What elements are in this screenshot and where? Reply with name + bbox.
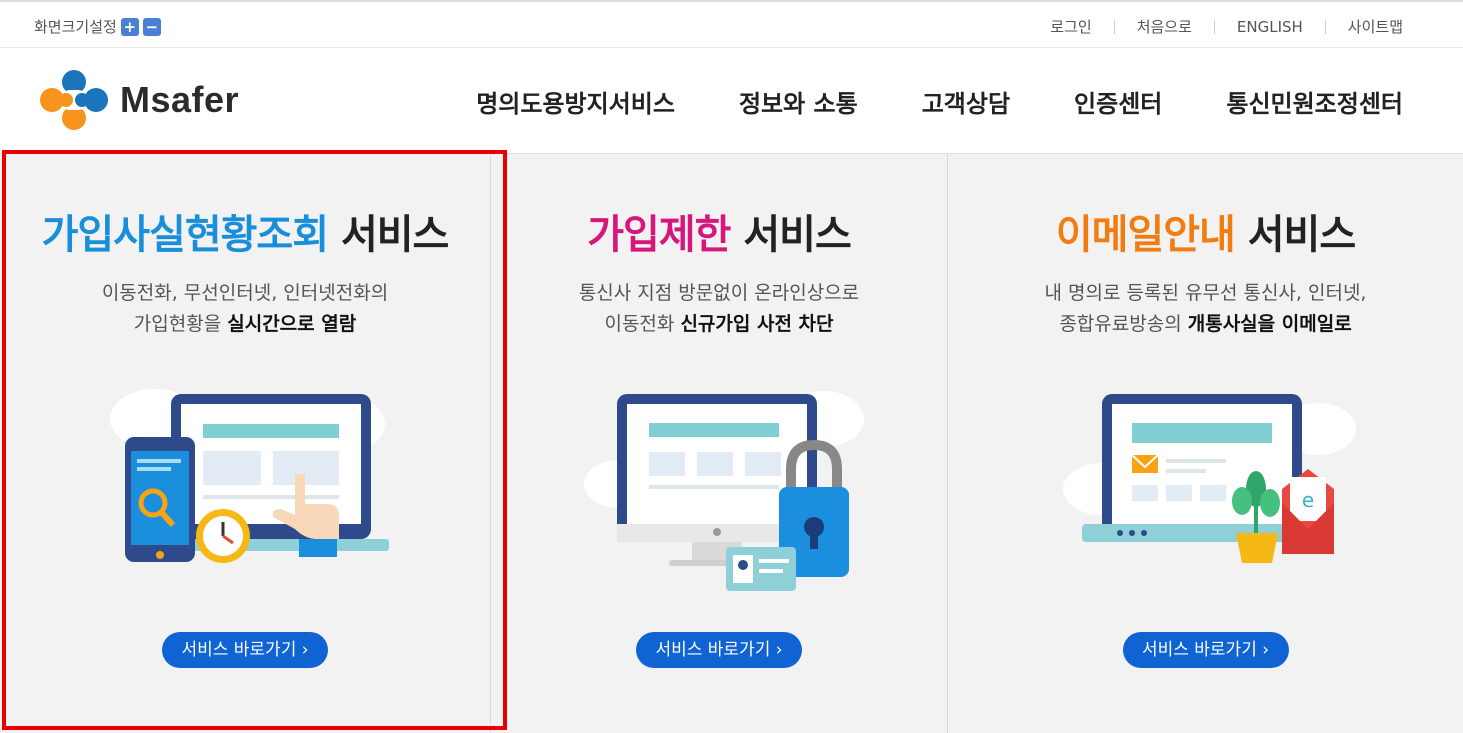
- msafer-logo-icon: [40, 70, 108, 130]
- nav-certification-center[interactable]: 인증센터: [1074, 84, 1162, 119]
- nav-dispute-mediation-center[interactable]: 통신민원조정센터: [1226, 84, 1403, 119]
- panel-title: 이메일안내 서비스: [948, 202, 1463, 260]
- panel-title-rest: 서비스: [328, 212, 449, 258]
- panel-title: 가입사실현황조회 서비스: [0, 202, 490, 260]
- panel-title-accent: 이메일안내: [1055, 212, 1236, 258]
- panel-description: 내 명의로 등록된 유무선 통신사, 인터넷, 종합유료방송의 개통사실을 이메…: [948, 278, 1463, 340]
- desc-line-2: 가입현황을 실시간으로 열람: [0, 309, 490, 340]
- nav-identity-theft-prevention[interactable]: 명의도용방지서비스: [476, 84, 675, 119]
- desc-line-2: 종합유료방송의 개통사실을 이메일로: [948, 309, 1463, 340]
- panel-title-rest: 서비스: [1234, 212, 1356, 258]
- zoom-out-button[interactable]: −: [142, 17, 161, 36]
- monitor-phone-search-clock-icon: [110, 389, 389, 563]
- logo-text: Msafer: [120, 79, 240, 120]
- sitemap-link[interactable]: 사이트맵: [1348, 16, 1403, 37]
- desc-plain: 가입현황을: [133, 313, 228, 335]
- service-go-button[interactable]: 서비스 바로가기 ›: [636, 632, 802, 668]
- panel-title-accent: 가입사실현황조회: [41, 212, 329, 258]
- svg-text:e: e: [1301, 488, 1313, 512]
- nav-info-communication[interactable]: 정보와 소통: [739, 84, 858, 119]
- desc-plain: 이동전화: [604, 313, 681, 335]
- zoom-label: 화면크기설정: [34, 18, 117, 36]
- service-panel-subscription-inquiry: 가입사실현황조회 서비스 이동전화, 무선인터넷, 인터넷전화의 가입현황을 실…: [0, 154, 490, 733]
- service-go-button[interactable]: 서비스 바로가기 ›: [162, 632, 328, 668]
- service-panel-subscription-restriction: 가입제한 서비스 통신사 지점 방문없이 온라인상으로 이동전화 신규가입 사전…: [490, 154, 947, 733]
- desc-plain: 종합유료방송의: [1059, 313, 1188, 335]
- panel-title-rest: 서비스: [730, 212, 851, 258]
- logo[interactable]: Msafer: [36, 68, 239, 132]
- panel-title-accent: 가입제한: [587, 212, 731, 258]
- divider: [1213, 19, 1215, 34]
- desc-line-1: 통신사 지점 방문없이 온라인상으로: [578, 282, 860, 304]
- header: Msafer 명의도용방지서비스 정보와 소통 고객상담 인증센터 통신민원조정…: [0, 48, 1463, 154]
- divider: [1324, 19, 1326, 34]
- desc-bold: 개통사실을 이메일로: [1187, 313, 1352, 335]
- desc-bold: 신규가입 사전 차단: [680, 313, 834, 335]
- monitor-lock-shield-icon: [584, 391, 864, 591]
- service-panel-email-notification: 이메일안내 서비스 내 명의로 등록된 유무선 통신사, 인터넷, 종합유료방송…: [947, 154, 1463, 733]
- zoom-in-button[interactable]: +: [120, 17, 139, 36]
- desc-line-1: 이동전화, 무선인터넷, 인터넷전화의: [101, 282, 389, 304]
- laptop-envelope-plant-icon: e: [1062, 394, 1356, 563]
- panel-description: 통신사 지점 방문없이 온라인상으로 이동전화 신규가입 사전 차단: [491, 278, 947, 340]
- nav-customer-support[interactable]: 고객상담: [922, 84, 1010, 119]
- desc-line-2: 이동전화 신규가입 사전 차단: [491, 309, 947, 340]
- home-link[interactable]: 처음으로: [1137, 16, 1192, 37]
- desc-line-1: 내 명의로 등록된 유무선 통신사, 인터넷,: [1044, 282, 1367, 304]
- service-go-button[interactable]: 서비스 바로가기 ›: [1122, 632, 1289, 668]
- utility-bar: 화면크기설정 + − 로그인 처음으로 ENGLISH 사이트맵: [0, 2, 1463, 48]
- zoom-control: 화면크기설정 + −: [34, 16, 161, 37]
- service-panels: 가입사실현황조회 서비스 이동전화, 무선인터넷, 인터넷전화의 가입현황을 실…: [0, 154, 1463, 733]
- divider: [1113, 19, 1115, 34]
- panel-description: 이동전화, 무선인터넷, 인터넷전화의 가입현황을 실시간으로 열람: [0, 278, 490, 340]
- utility-links: 로그인 처음으로 ENGLISH 사이트맵: [1050, 16, 1403, 37]
- english-link[interactable]: ENGLISH: [1237, 18, 1303, 36]
- login-link[interactable]: 로그인: [1050, 16, 1091, 37]
- desc-bold: 실시간으로 열람: [227, 313, 357, 335]
- main-nav: 명의도용방지서비스 정보와 소통 고객상담 인증센터 통신민원조정센터: [412, 84, 1403, 119]
- panel-title: 가입제한 서비스: [491, 202, 947, 260]
